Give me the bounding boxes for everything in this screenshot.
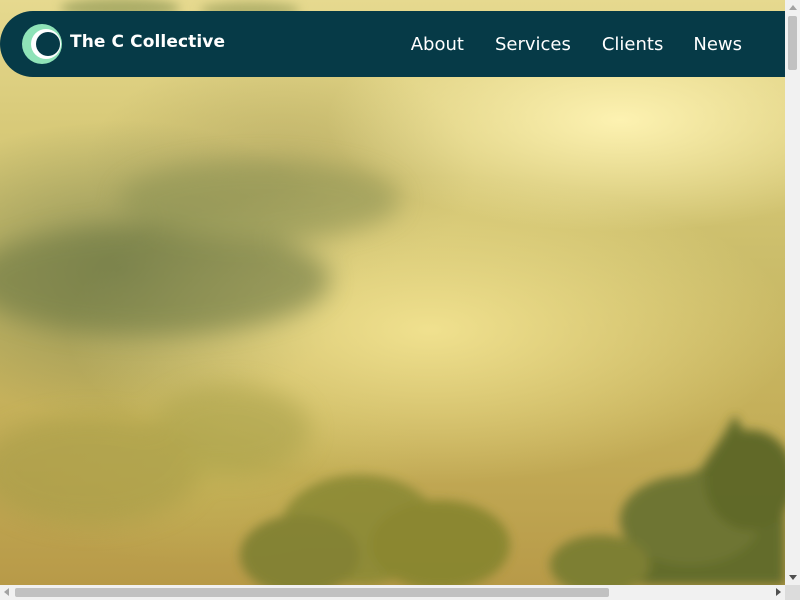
- hero-background-image: [0, 0, 785, 585]
- vertical-scrollbar[interactable]: [785, 0, 800, 585]
- nav-link-about[interactable]: About: [411, 34, 464, 55]
- page-viewport: The C Collective About Services Clients …: [0, 0, 785, 585]
- nav-link-news[interactable]: News: [693, 34, 742, 55]
- scrollbar-corner: [785, 585, 800, 600]
- scroll-left-arrow-icon[interactable]: [4, 588, 9, 596]
- nav-link-services[interactable]: Services: [495, 34, 571, 55]
- horizontal-scrollbar[interactable]: [0, 585, 785, 600]
- brand-name[interactable]: The C Collective: [70, 32, 225, 52]
- crescent-c-logo-icon[interactable]: [21, 22, 65, 66]
- forest-treetops-illustration: [0, 0, 785, 585]
- scroll-down-arrow-icon[interactable]: [789, 575, 797, 580]
- scroll-right-arrow-icon[interactable]: [776, 588, 781, 596]
- scroll-up-arrow-icon[interactable]: [789, 5, 797, 10]
- site-header: The C Collective About Services Clients …: [0, 11, 785, 77]
- nav-link-clients[interactable]: Clients: [602, 34, 664, 55]
- main-navigation: About Services Clients News: [411, 11, 785, 77]
- vertical-scrollbar-thumb[interactable]: [788, 16, 797, 70]
- horizontal-scrollbar-thumb[interactable]: [15, 588, 609, 597]
